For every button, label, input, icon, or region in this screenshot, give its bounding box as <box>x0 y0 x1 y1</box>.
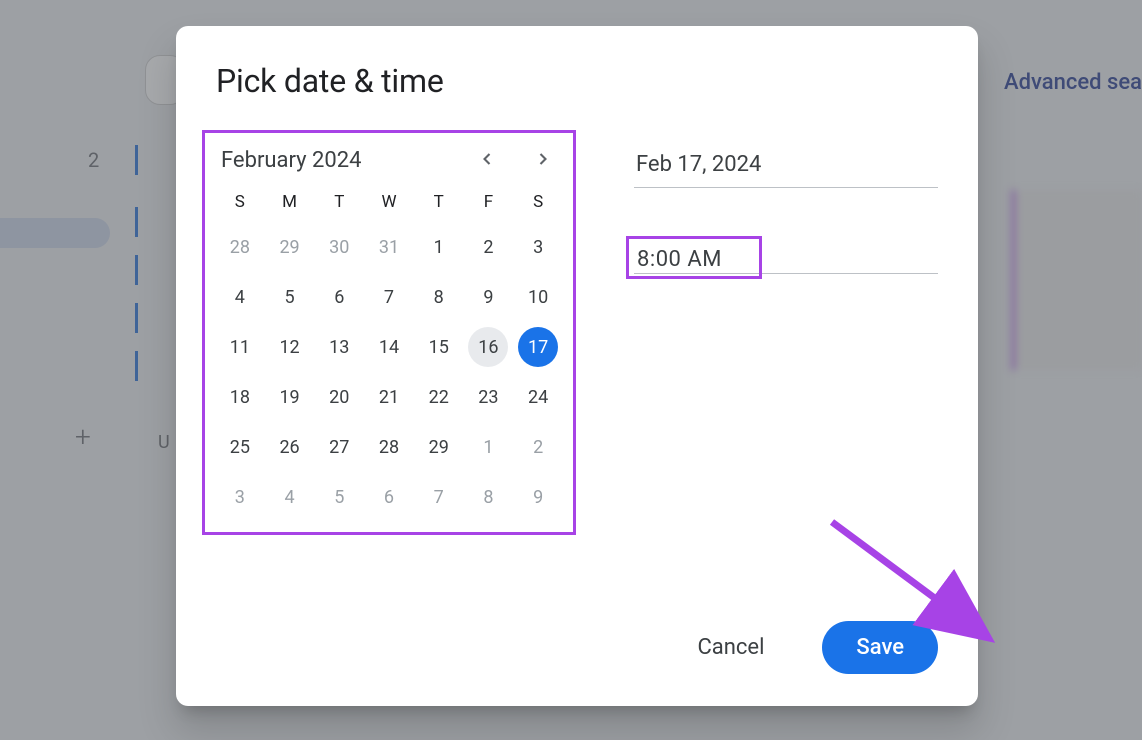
calendar-day[interactable]: 25 <box>215 422 265 472</box>
calendar-day[interactable]: 8 <box>414 272 464 322</box>
calendar-day[interactable]: 5 <box>314 472 364 522</box>
calendar-day[interactable]: 29 <box>265 222 315 272</box>
calendar-day[interactable]: 19 <box>265 372 315 422</box>
calendar-day[interactable]: 27 <box>314 422 364 472</box>
calendar-day[interactable]: 28 <box>364 422 414 472</box>
calendar-day[interactable]: 23 <box>464 372 514 422</box>
chevron-left-icon <box>477 157 497 172</box>
calendar-day[interactable]: 9 <box>464 272 514 322</box>
calendar-day[interactable]: 17 <box>513 322 563 372</box>
calendar-day[interactable]: 26 <box>265 422 315 472</box>
calendar-day[interactable]: 29 <box>414 422 464 472</box>
calendar-day[interactable]: 12 <box>265 322 315 372</box>
calendar-month-label: February 2024 <box>221 148 361 173</box>
calendar-day[interactable]: 7 <box>414 472 464 522</box>
calendar-day[interactable]: 28 <box>215 222 265 272</box>
calendar-day[interactable]: 10 <box>513 272 563 322</box>
calendar-day[interactable]: 13 <box>314 322 364 372</box>
calendar-day[interactable]: 4 <box>215 272 265 322</box>
calendar-dow: W <box>364 188 414 222</box>
date-input[interactable] <box>634 146 938 188</box>
calendar-day[interactable]: 11 <box>215 322 265 372</box>
calendar-day[interactable]: 24 <box>513 372 563 422</box>
calendar-day[interactable]: 20 <box>314 372 364 422</box>
calendar-dow: F <box>464 188 514 222</box>
calendar-highlight-box: February 2024 SMTWTFS2829303112345678910… <box>202 130 576 535</box>
calendar-day[interactable]: 31 <box>364 222 414 272</box>
calendar-day[interactable]: 21 <box>364 372 414 422</box>
calendar-day[interactable]: 8 <box>464 472 514 522</box>
calendar-day[interactable]: 18 <box>215 372 265 422</box>
calendar-dow: T <box>414 188 464 222</box>
calendar-day[interactable]: 6 <box>364 472 414 522</box>
save-button[interactable]: Save <box>822 621 938 674</box>
dialog-title: Pick date & time <box>216 62 938 100</box>
calendar-day[interactable]: 2 <box>513 422 563 472</box>
next-month-button[interactable] <box>529 145 557 176</box>
calendar-dow: T <box>314 188 364 222</box>
calendar-day[interactable]: 6 <box>314 272 364 322</box>
calendar-day[interactable]: 1 <box>414 222 464 272</box>
calendar-day[interactable]: 1 <box>464 422 514 472</box>
calendar-day[interactable]: 9 <box>513 472 563 522</box>
time-highlight-box <box>626 236 762 279</box>
calendar-day[interactable]: 3 <box>215 472 265 522</box>
calendar-grid: SMTWTFS282930311234567891011121314151617… <box>215 188 563 522</box>
time-input[interactable] <box>637 245 737 274</box>
cancel-button[interactable]: Cancel <box>663 621 798 674</box>
chevron-right-icon <box>533 157 553 172</box>
calendar-day[interactable]: 30 <box>314 222 364 272</box>
calendar-dow: M <box>265 188 315 222</box>
calendar-day[interactable]: 14 <box>364 322 414 372</box>
calendar-day[interactable]: 15 <box>414 322 464 372</box>
calendar-dow: S <box>215 188 265 222</box>
calendar-day[interactable]: 5 <box>265 272 315 322</box>
calendar-day[interactable]: 3 <box>513 222 563 272</box>
calendar-day[interactable]: 16 <box>464 322 514 372</box>
calendar-day[interactable]: 22 <box>414 372 464 422</box>
prev-month-button[interactable] <box>473 145 501 176</box>
calendar-dow: S <box>513 188 563 222</box>
calendar-day[interactable]: 7 <box>364 272 414 322</box>
calendar-day[interactable]: 4 <box>265 472 315 522</box>
calendar-day[interactable]: 2 <box>464 222 514 272</box>
pick-date-time-dialog: Pick date & time February 2024 SMTWTFS28… <box>176 26 978 706</box>
